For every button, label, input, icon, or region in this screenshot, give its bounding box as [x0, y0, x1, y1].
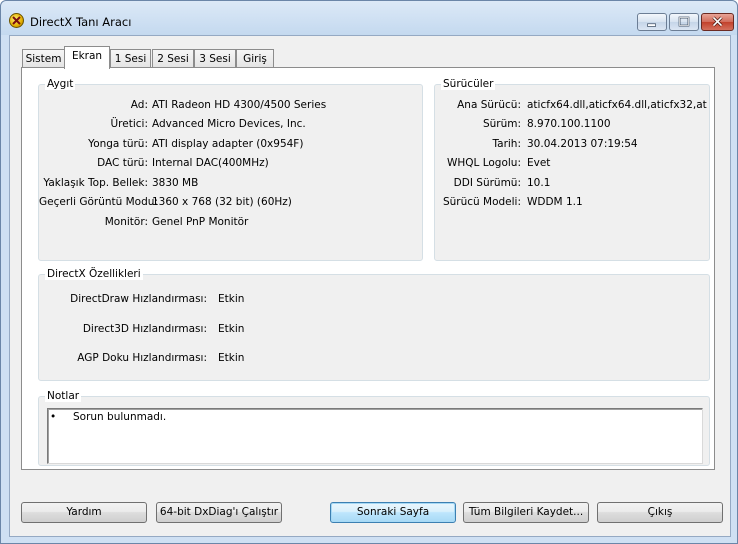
field-value: Etkin	[218, 323, 245, 335]
notes-group: Notlar • Sorun bulunmadı.	[38, 390, 710, 466]
run-64bit-dxdiag-button[interactable]: 64-bit DxDiag'ı Çalıştır	[156, 502, 282, 523]
notes-textbox[interactable]: • Sorun bulunmadı.	[47, 408, 703, 464]
field-value: 10.1	[527, 177, 551, 189]
driver-row-date: Tarih: 30.04.2013 07:19:54	[435, 137, 711, 151]
field-label: WHQL Logolu:	[446, 157, 521, 169]
field-value: ATI display adapter (0x954F)	[152, 138, 304, 150]
tab-label: Sistem	[25, 53, 62, 65]
tab-label: Giriş	[243, 53, 267, 65]
field-label: Ana Sürücü:	[457, 99, 521, 111]
directx-features-group: DirectX Özellikleri DirectDraw Hızlandır…	[38, 268, 711, 381]
next-page-button[interactable]: Sonraki Sayfa	[330, 502, 456, 523]
tab-ekran[interactable]: Ekran	[64, 46, 110, 69]
dxdiag-window: DirectX Tanı Aracı Sistem Ekran 1 Sesi 2…	[0, 0, 738, 544]
tab-label: 2 Sesi	[157, 53, 189, 65]
device-row-name: Ad: ATI Radeon HD 4300/4500 Series	[39, 98, 424, 112]
minimize-button[interactable]	[637, 13, 667, 31]
tab-giris[interactable]: Giriş	[236, 49, 274, 68]
feature-row-direct3d: Direct3D Hızlandırması: Etkin	[39, 322, 711, 336]
field-value: Internal DAC(400MHz)	[152, 157, 269, 169]
notes-group-title: Notlar	[45, 390, 82, 402]
tab-2-sesi[interactable]: 2 Sesi	[152, 49, 194, 68]
device-row-monitor: Monitör: Genel PnP Monitör	[39, 215, 424, 229]
field-value: Advanced Micro Devices, Inc.	[152, 118, 306, 130]
help-button[interactable]: Yardım	[21, 502, 147, 523]
driver-row-version: Sürüm: 8.970.100.1100	[435, 117, 711, 131]
tab-3-sesi[interactable]: 3 Sesi	[194, 49, 236, 68]
device-row-manufacturer: Üretici: Advanced Micro Devices, Inc.	[39, 117, 424, 131]
device-row-dac-type: DAC türü: Internal DAC(400MHz)	[39, 156, 424, 170]
title-bar[interactable]: DirectX Tanı Aracı	[1, 1, 737, 35]
field-value: 30.04.2013 07:19:54	[527, 138, 638, 150]
driver-row-model: Sürücü Modeli: WDDM 1.1	[435, 195, 711, 209]
tab-label: 3 Sesi	[199, 53, 231, 65]
field-label: Sürüm:	[482, 118, 521, 130]
driver-row-ddi: DDI Sürümü: 10.1	[435, 176, 711, 190]
driver-row-main-driver: Ana Sürücü: aticfx64.dll,aticfx64.dll,at…	[435, 98, 711, 112]
field-label: DDI Sürümü:	[453, 177, 521, 189]
field-value: aticfx64.dll,aticfx64.dll,aticfx32,aticf	[527, 99, 707, 111]
feature-row-directdraw: DirectDraw Hızlandırması: Etkin	[39, 292, 711, 306]
field-label: Üretici:	[110, 118, 149, 130]
features-group-title: DirectX Özellikleri	[45, 268, 143, 280]
field-label: DAC türü:	[97, 157, 148, 169]
feature-row-agp: AGP Doku Hızlandırması: Etkin	[39, 351, 711, 365]
bullet-icon: •	[50, 411, 57, 423]
tab-label: Ekran	[71, 50, 103, 62]
field-value: Genel PnP Monitör	[152, 216, 249, 228]
display-tab-panel: Aygıt Ad: ATI Radeon HD 4300/4500 Series…	[21, 67, 715, 470]
drivers-group: Sürücüler Ana Sürücü: aticfx64.dll,aticf…	[434, 78, 711, 261]
field-value: 8.970.100.1100	[527, 118, 611, 130]
device-group-title: Aygıt	[45, 78, 76, 90]
tab-1-sesi[interactable]: 1 Sesi	[110, 49, 151, 68]
field-label: Ad:	[130, 99, 148, 111]
exit-button[interactable]: Çıkış	[597, 502, 723, 523]
device-row-memory: Yaklaşık Top. Bellek: 3830 MB	[39, 176, 424, 190]
field-label: Geçerli Görüntü Modu:	[39, 196, 158, 208]
field-value: 3830 MB	[152, 177, 199, 189]
field-label: Direct3D Hızlandırması:	[82, 323, 207, 335]
tab-sistem[interactable]: Sistem	[22, 49, 65, 68]
field-label: AGP Doku Hızlandırması:	[77, 352, 207, 364]
save-all-info-button[interactable]: Tüm Bilgileri Kaydet...	[463, 502, 589, 523]
field-label: Tarih:	[492, 138, 521, 150]
driver-row-whql: WHQL Logolu: Evet	[435, 156, 711, 170]
field-label: DirectDraw Hızlandırması:	[70, 293, 207, 305]
field-value: ATI Radeon HD 4300/4500 Series	[152, 99, 327, 111]
device-row-display-mode: Geçerli Görüntü Modu: 1360 x 768 (32 bit…	[39, 195, 424, 209]
field-label: Yonga türü:	[88, 138, 148, 150]
field-value: WDDM 1.1	[527, 196, 583, 208]
notes-text: Sorun bulunmadı.	[73, 411, 167, 423]
device-row-chip-type: Yonga türü: ATI display adapter (0x954F)	[39, 137, 424, 151]
tab-label: 1 Sesi	[114, 53, 147, 65]
directx-icon	[9, 13, 24, 28]
field-label: Monitör:	[104, 216, 148, 228]
drivers-group-title: Sürücüler	[441, 78, 496, 90]
close-button[interactable]	[701, 13, 734, 31]
maximize-button[interactable]	[669, 13, 699, 31]
window-title: DirectX Tanı Aracı	[30, 15, 132, 29]
field-value: Etkin	[218, 352, 245, 364]
field-label: Yaklaşık Top. Bellek:	[43, 177, 148, 189]
field-value: Etkin	[218, 293, 245, 305]
field-value: 1360 x 768 (32 bit) (60Hz)	[152, 196, 292, 208]
client-area: Sistem Ekran 1 Sesi 2 Sesi 3 Sesi Giriş …	[9, 35, 731, 537]
field-label: Sürücü Modeli:	[442, 196, 521, 208]
device-group: Aygıt Ad: ATI Radeon HD 4300/4500 Series…	[38, 78, 424, 261]
field-value: Evet	[527, 157, 551, 169]
